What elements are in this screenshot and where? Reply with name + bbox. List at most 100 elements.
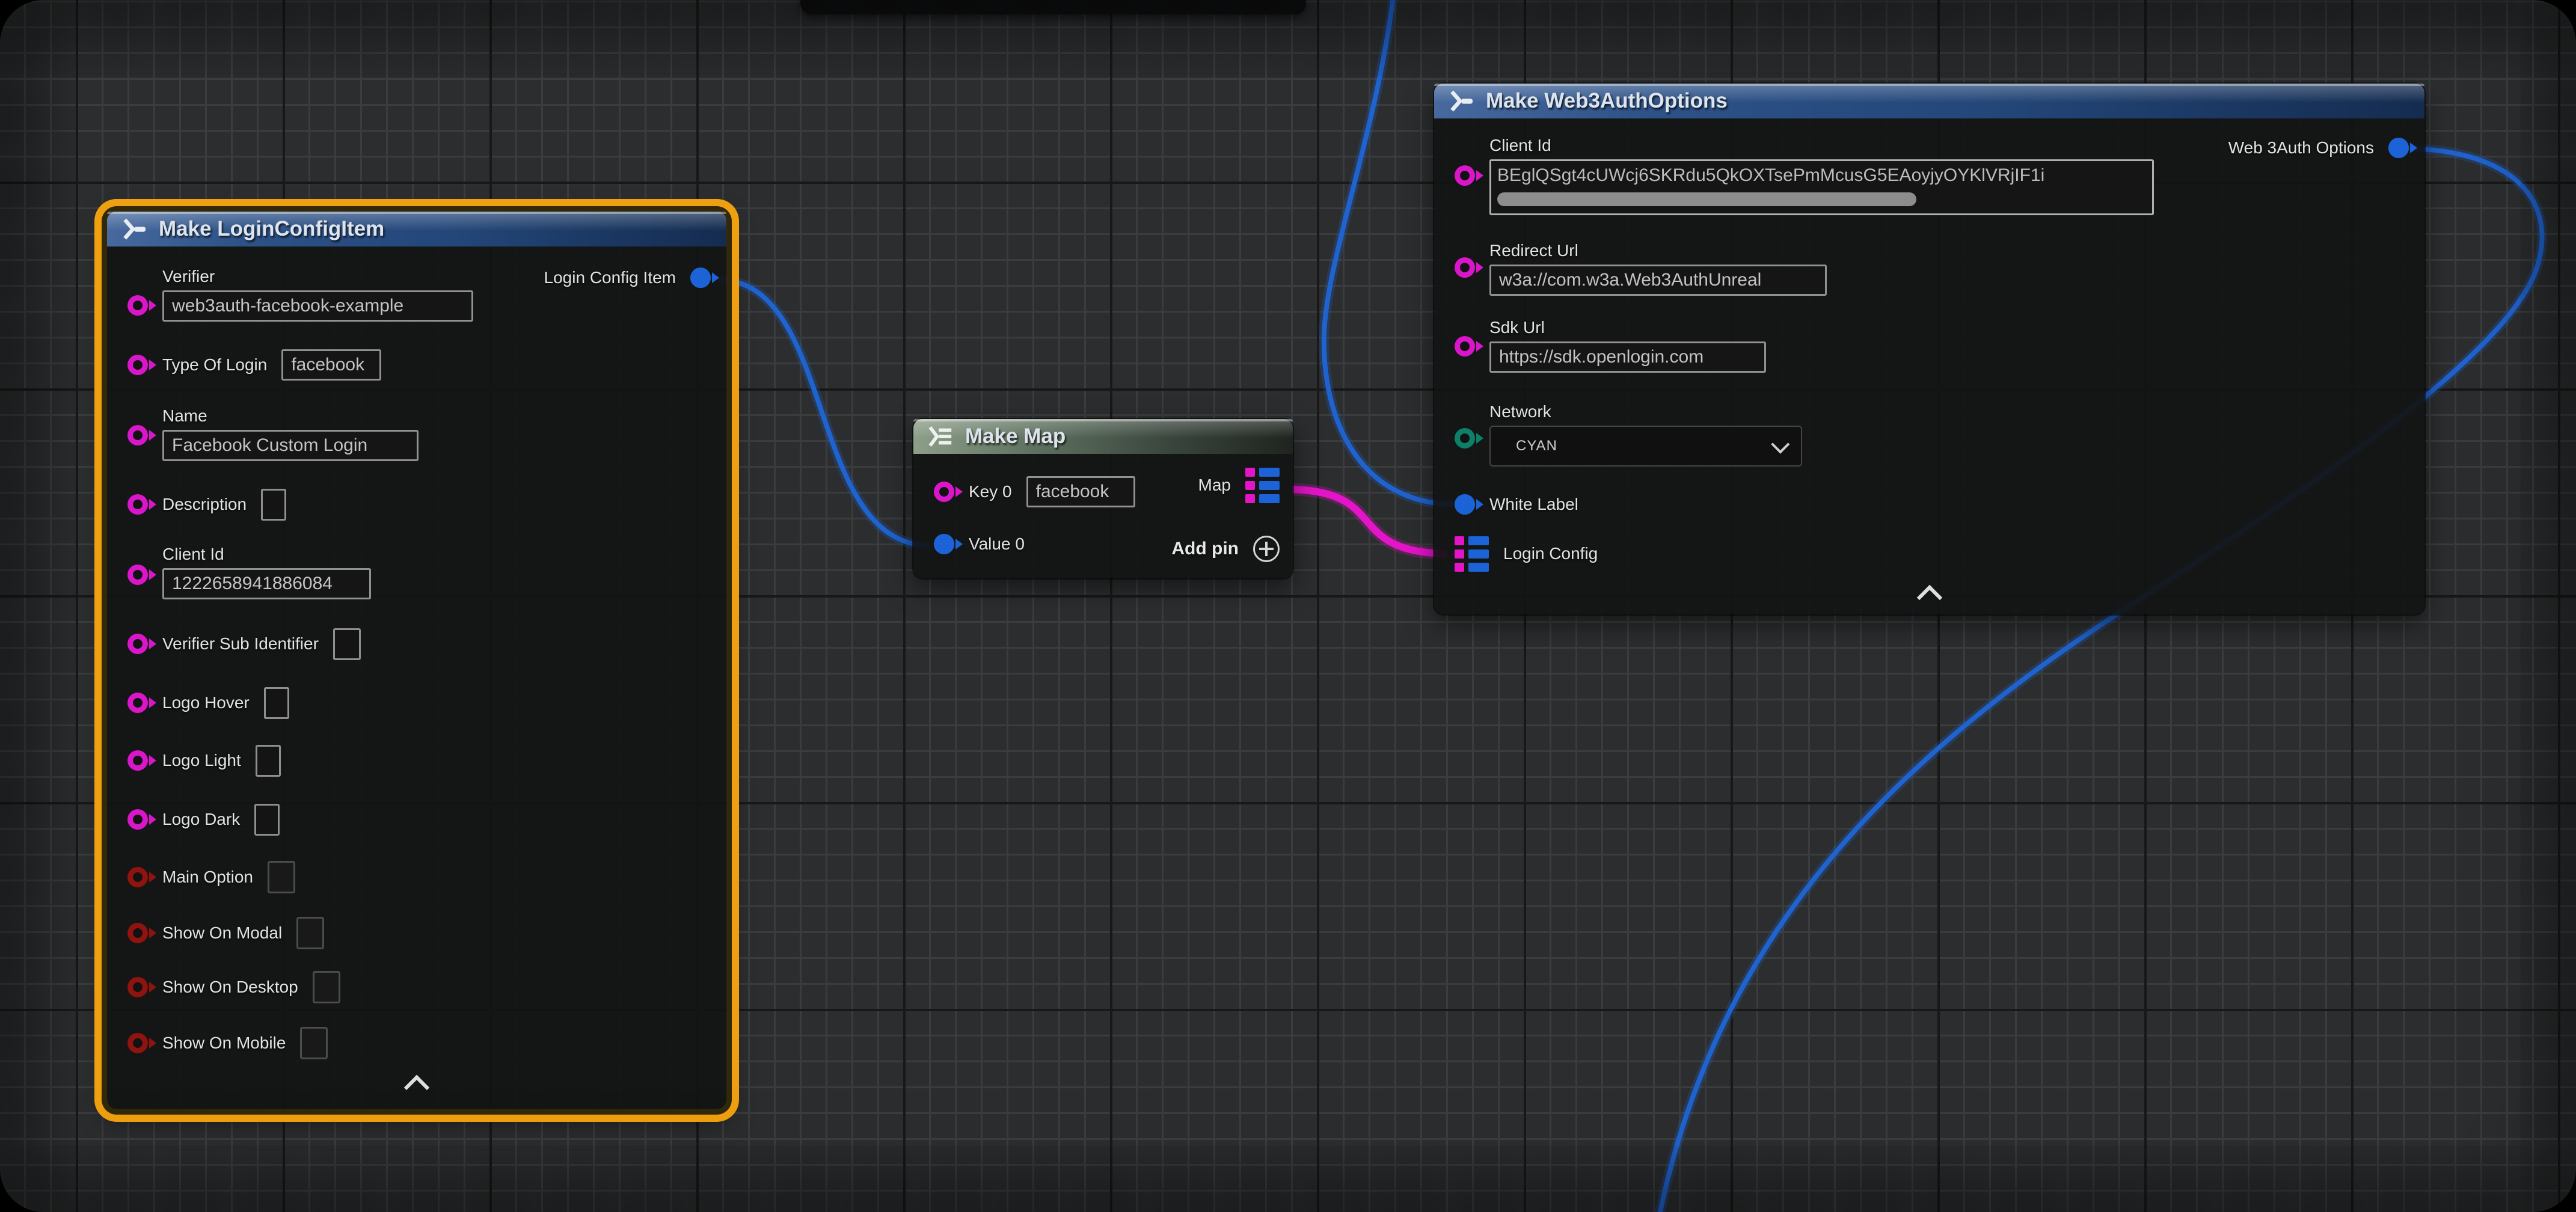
field-show-on-desktop: Show On Desktop bbox=[127, 970, 340, 1004]
type-of-login-input[interactable]: facebook bbox=[281, 349, 381, 381]
field-client-id: Client Id BEglQSgt4cUWcj6SKRdu5QkOXTsePm… bbox=[1455, 136, 2154, 215]
field-verifier-sub-identifier: Verifier Sub Identifier bbox=[127, 627, 361, 661]
pin-value-0[interactable] bbox=[934, 534, 954, 554]
field-client-id: Client Id 1222658941886084 bbox=[127, 545, 371, 599]
show-on-modal-checkbox[interactable] bbox=[296, 917, 324, 949]
output-login-config-item: Login Config Item bbox=[544, 261, 711, 295]
field-value-0: Value 0 bbox=[934, 527, 1025, 561]
node-title: Make Web3AuthOptions bbox=[1486, 89, 1728, 113]
key-0-input[interactable]: facebook bbox=[1026, 476, 1135, 507]
wire-loginconfig-to-value-glow bbox=[719, 280, 930, 546]
node-title: Make Map bbox=[965, 424, 1066, 448]
pin-show-on-mobile[interactable] bbox=[127, 1033, 148, 1053]
add-pin-button[interactable]: Add pin bbox=[1171, 532, 1280, 566]
pin-redirect-url[interactable] bbox=[1455, 257, 1475, 278]
field-label: Logo Hover bbox=[162, 693, 250, 712]
node-title: Make LoginConfigItem bbox=[159, 217, 384, 241]
field-label: White Label bbox=[1489, 495, 1578, 514]
make-struct-icon bbox=[120, 217, 148, 241]
plus-circle-icon bbox=[1253, 536, 1280, 562]
field-key-0: Key 0 facebook bbox=[934, 475, 1135, 509]
pin-show-on-desktop[interactable] bbox=[127, 977, 148, 997]
node-make-loginconfigitem[interactable]: Make LoginConfigItem Login Config Item V… bbox=[107, 212, 726, 1109]
field-label: Type Of Login bbox=[162, 355, 267, 375]
pin-logo-hover[interactable] bbox=[127, 693, 148, 713]
pin-main-option[interactable] bbox=[127, 867, 148, 887]
field-label: Client Id bbox=[1489, 136, 1551, 155]
pin-type-of-login[interactable] bbox=[127, 355, 148, 375]
field-show-on-mobile: Show On Mobile bbox=[127, 1026, 328, 1060]
output-label: Map bbox=[1198, 476, 1231, 495]
client-id-scrollbar[interactable] bbox=[1497, 192, 1916, 206]
pin-verifier[interactable] bbox=[127, 295, 148, 316]
field-label: Key 0 bbox=[969, 482, 1012, 501]
node-header[interactable]: Make Web3AuthOptions bbox=[1434, 84, 2424, 118]
pin-description[interactable] bbox=[127, 494, 148, 515]
field-sdk-url: Sdk Url https://sdk.openlogin.com bbox=[1455, 318, 1766, 373]
show-on-desktop-checkbox[interactable] bbox=[313, 971, 340, 1003]
field-label: Show On Mobile bbox=[162, 1033, 286, 1053]
pin-map-out[interactable] bbox=[1245, 468, 1280, 503]
field-label: Value 0 bbox=[969, 534, 1025, 554]
field-verifier: Verifier web3auth-facebook-example bbox=[127, 267, 473, 322]
field-logo-light: Logo Light bbox=[127, 744, 281, 777]
wire-top-to-whitelabel[interactable] bbox=[1324, 0, 1453, 504]
redirect-url-input[interactable]: w3a://com.w3a.Web3AuthUnreal bbox=[1489, 265, 1827, 296]
pin-client-id[interactable] bbox=[1455, 165, 1475, 186]
pin-login-config[interactable] bbox=[1455, 536, 1489, 572]
field-label: Login Config bbox=[1503, 544, 1598, 563]
field-redirect-url: Redirect Url w3a://com.w3a.Web3AuthUnrea… bbox=[1455, 241, 1827, 296]
field-white-label: White Label bbox=[1455, 488, 1578, 521]
pin-login-config-item-out[interactable] bbox=[690, 268, 711, 288]
make-struct-icon bbox=[1447, 89, 1475, 113]
node-make-web3authoptions[interactable]: Make Web3AuthOptions Web 3Auth Options C… bbox=[1434, 84, 2424, 614]
node-make-map[interactable]: Make Map Key 0 facebook Map Value 0 Add … bbox=[913, 419, 1293, 578]
logo-dark-input[interactable] bbox=[254, 804, 280, 836]
pin-web3auth-options-out[interactable] bbox=[2388, 138, 2409, 158]
network-dropdown[interactable]: CYAN bbox=[1489, 426, 1802, 467]
field-label: Description bbox=[162, 495, 247, 514]
pin-logo-dark[interactable] bbox=[127, 809, 148, 830]
chevron-up-icon[interactable] bbox=[404, 1075, 429, 1100]
field-label: Client Id bbox=[162, 545, 224, 564]
pin-white-label[interactable] bbox=[1455, 494, 1475, 515]
chevron-down-icon bbox=[1771, 435, 1789, 454]
client-id-input[interactable]: BEglQSgt4cUWcj6SKRdu5QkOXTsePmMcusG5EAoy… bbox=[1489, 159, 2154, 215]
main-option-checkbox[interactable] bbox=[268, 861, 295, 893]
field-description: Description bbox=[127, 488, 286, 521]
verifier-input[interactable]: web3auth-facebook-example bbox=[162, 290, 473, 322]
pin-key-0[interactable] bbox=[934, 482, 954, 502]
pin-sdk-url[interactable] bbox=[1455, 336, 1475, 357]
chevron-up-icon[interactable] bbox=[1916, 585, 1942, 610]
output-web3auth-options: Web 3Auth Options bbox=[2228, 131, 2409, 165]
pin-network[interactable] bbox=[1455, 428, 1475, 448]
field-label: Show On Modal bbox=[162, 923, 282, 943]
make-container-icon bbox=[927, 424, 954, 448]
pin-show-on-modal[interactable] bbox=[127, 923, 148, 943]
logo-hover-input[interactable] bbox=[264, 687, 289, 719]
description-input[interactable] bbox=[261, 489, 286, 521]
show-on-mobile-checkbox[interactable] bbox=[300, 1027, 328, 1059]
field-network: Network CYAN bbox=[1455, 402, 1802, 467]
field-label: Logo Light bbox=[162, 751, 241, 770]
network-value: CYAN bbox=[1516, 438, 1557, 454]
verifier-sub-identifier-input[interactable] bbox=[333, 628, 361, 660]
sdk-url-input[interactable]: https://sdk.openlogin.com bbox=[1489, 341, 1766, 373]
blueprint-canvas[interactable]: Make LoginConfigItem Login Config Item V… bbox=[0, 0, 2576, 1212]
field-label: Verifier Sub Identifier bbox=[162, 634, 319, 653]
pin-logo-light[interactable] bbox=[127, 750, 148, 771]
pin-verifier-sub-identifier[interactable] bbox=[127, 634, 148, 654]
node-header[interactable]: Make LoginConfigItem bbox=[107, 212, 726, 246]
add-pin-label: Add pin bbox=[1171, 539, 1239, 559]
offscreen-node-edge[interactable] bbox=[800, 0, 1306, 14]
field-main-option: Main Option bbox=[127, 860, 295, 894]
pin-name[interactable] bbox=[127, 425, 148, 445]
client-id-input[interactable]: 1222658941886084 bbox=[162, 568, 371, 599]
logo-light-input[interactable] bbox=[256, 745, 281, 777]
field-label: Show On Desktop bbox=[162, 978, 298, 997]
field-logo-hover: Logo Hover bbox=[127, 686, 289, 720]
node-header[interactable]: Make Map bbox=[913, 419, 1293, 454]
pin-client-id[interactable] bbox=[127, 565, 148, 585]
name-input[interactable]: Facebook Custom Login bbox=[162, 430, 419, 461]
field-label: Sdk Url bbox=[1489, 318, 1545, 337]
